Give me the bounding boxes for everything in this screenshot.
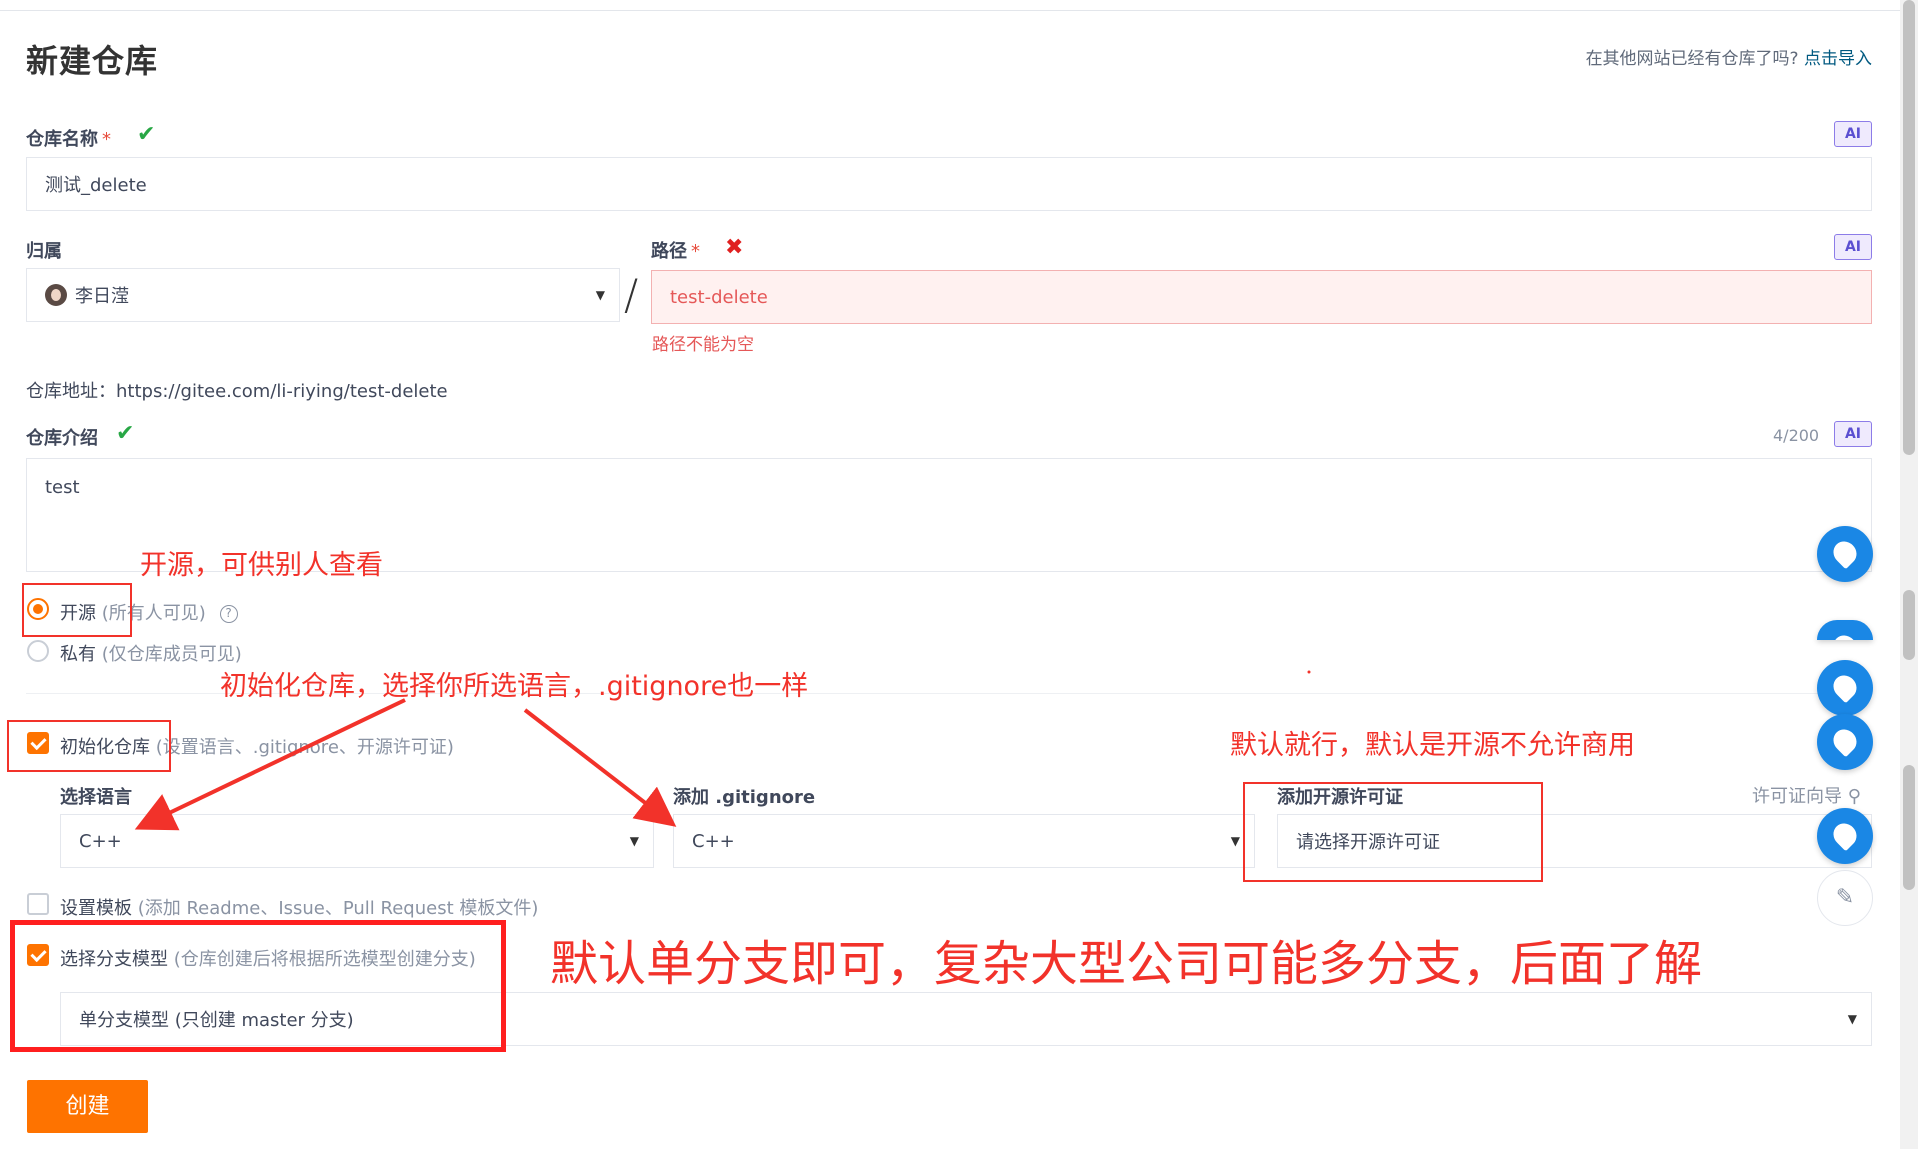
annotation-arrows: [134, 670, 1311, 831]
annotation-arrow-gitignore: [523, 708, 677, 827]
annotation-dot: [1307, 670, 1311, 674]
annotation-arrow-language: [134, 698, 406, 831]
